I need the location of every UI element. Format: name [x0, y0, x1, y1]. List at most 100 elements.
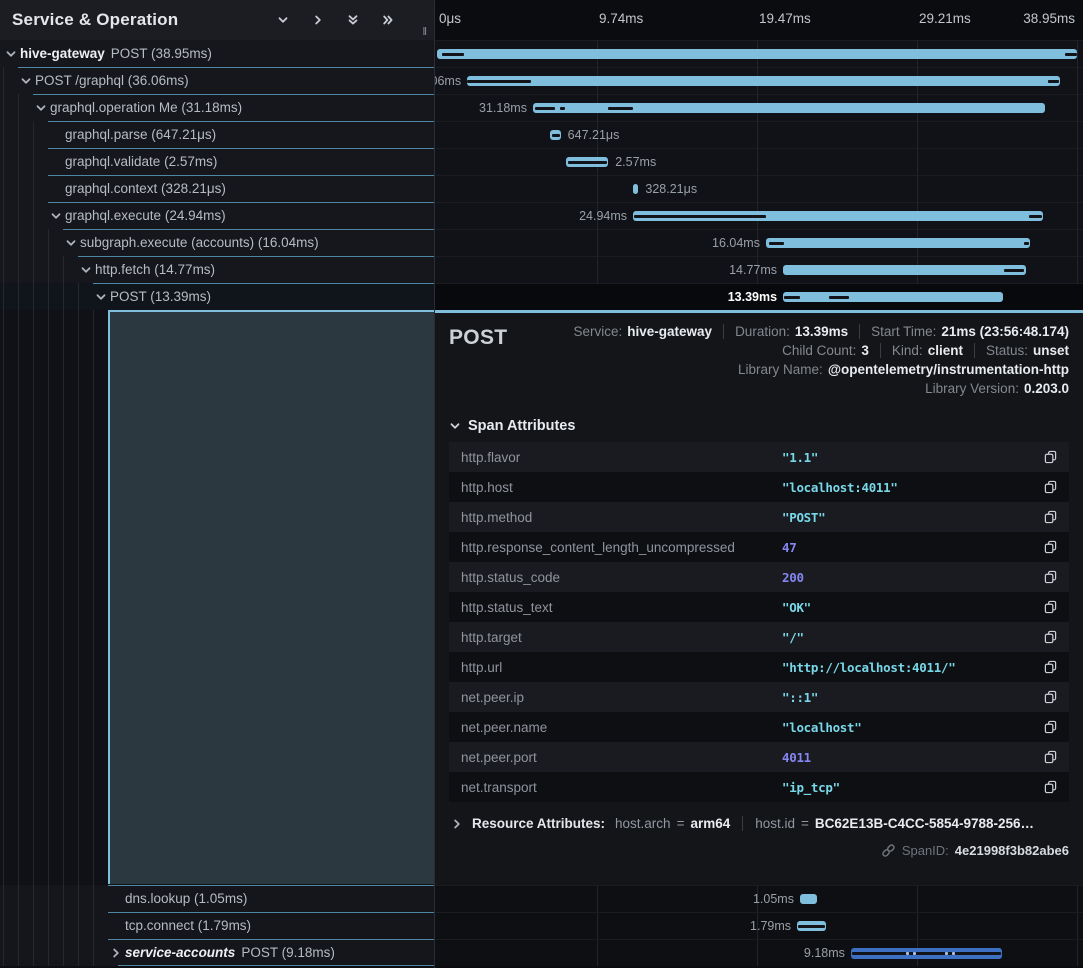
- indent-guide: [93, 310, 94, 885]
- meta-field: Child Count:3: [782, 343, 869, 358]
- child-span-mark: [1004, 269, 1024, 272]
- span-label: graphql.validate (2.57ms): [63, 148, 217, 175]
- timeline-row[interactable]: 2.57ms: [435, 148, 1083, 175]
- service-operation-header: Service & Operation ‖: [0, 0, 434, 40]
- span-attributes-toggle[interactable]: Span Attributes: [449, 418, 1069, 434]
- chevron-down-icon[interactable]: [273, 10, 293, 30]
- operation-name: POST /graphql (36.06ms): [35, 73, 189, 88]
- resource-attributes-toggle[interactable]: Resource Attributes:: [449, 816, 605, 831]
- timeline-row[interactable]: 9.18ms: [435, 939, 1083, 966]
- tree-row[interactable]: subgraph.execute (accounts) (16.04ms): [0, 229, 434, 256]
- copy-icon[interactable]: [1035, 510, 1057, 524]
- span-bar[interactable]: [550, 130, 561, 140]
- timeline-row[interactable]: 16.04ms: [435, 229, 1083, 256]
- copy-icon[interactable]: [1035, 750, 1057, 764]
- copy-icon[interactable]: [1035, 630, 1057, 644]
- indent-guide: [18, 885, 33, 912]
- tree-row[interactable]: graphql.parse (647.21μs): [0, 121, 434, 148]
- link-icon[interactable]: [881, 843, 896, 858]
- copy-icon[interactable]: [1035, 570, 1057, 584]
- span-bar[interactable]: [783, 292, 1003, 302]
- tree-row[interactable]: graphql.validate (2.57ms): [0, 148, 434, 175]
- attribute-row: http.method"POST": [449, 502, 1069, 532]
- timeline-row[interactable]: 31.18ms: [435, 94, 1083, 121]
- timeline-row[interactable]: 647.21μs: [435, 121, 1083, 148]
- tree-row[interactable]: graphql.context (328.21μs): [0, 175, 434, 202]
- span-attributes-title: Span Attributes: [468, 418, 575, 434]
- tree-row[interactable]: http.fetch (14.77ms): [0, 256, 434, 283]
- child-span-mark: [552, 134, 560, 137]
- child-span-mark: [442, 53, 464, 56]
- tree-row[interactable]: POST (13.39ms): [0, 283, 434, 310]
- timeline-row[interactable]: 1.79ms: [435, 912, 1083, 939]
- row-separator: [78, 256, 434, 257]
- copy-icon[interactable]: [1035, 720, 1057, 734]
- axis-tick-label: 19.47ms: [759, 11, 811, 26]
- span-bar[interactable]: [797, 921, 826, 931]
- span-bar[interactable]: [533, 103, 1045, 113]
- attribute-row: http.target"/": [449, 622, 1069, 652]
- indent-guide: [93, 939, 108, 966]
- span-bar[interactable]: [633, 184, 638, 194]
- resource-attribute-key: host.arch: [615, 816, 671, 831]
- meta-field-value: hive-gateway: [627, 324, 712, 339]
- meta-line: Child Count:3Kind:clientStatus:unset: [782, 343, 1069, 358]
- copy-icon[interactable]: [1035, 600, 1057, 614]
- copy-icon[interactable]: [1035, 450, 1057, 464]
- double-chevron-down-icon[interactable]: [343, 10, 363, 30]
- indent-guide: [78, 885, 93, 912]
- chevron-down-icon[interactable]: [3, 40, 18, 67]
- timeline-row[interactable]: 328.21μs: [435, 175, 1083, 202]
- chevron-down-icon[interactable]: [48, 202, 63, 229]
- span-bar[interactable]: [633, 211, 1043, 221]
- chevron-down-icon[interactable]: [78, 256, 93, 283]
- span-label: graphql.operation Me (31.18ms): [48, 94, 242, 121]
- timeline-row[interactable]: 36.06ms: [435, 67, 1083, 94]
- child-span-mark: [1048, 80, 1059, 83]
- column-resizer-grip[interactable]: ‖: [422, 26, 428, 38]
- span-id-row: SpanID: 4e21998f3b82abe6: [449, 843, 1069, 858]
- chevron-right-icon[interactable]: [108, 939, 123, 966]
- expanded-span-row-block: [108, 310, 434, 884]
- tree-row[interactable]: tcp.connect (1.79ms): [0, 912, 434, 939]
- span-bar[interactable]: [800, 894, 817, 904]
- copy-icon[interactable]: [1035, 480, 1057, 494]
- timeline-row[interactable]: 14.77ms: [435, 256, 1083, 283]
- span-bar[interactable]: [437, 49, 1077, 59]
- double-chevron-right-icon[interactable]: [378, 10, 398, 30]
- tree-row[interactable]: graphql.operation Me (31.18ms): [0, 94, 434, 121]
- tree-row[interactable]: service-accountsPOST (9.18ms): [0, 939, 434, 966]
- indent-guide: [93, 885, 108, 912]
- chevron-down-icon[interactable]: [93, 283, 108, 310]
- indent-guide: [18, 256, 33, 283]
- indent-guide: [33, 175, 48, 202]
- chevron-right-icon[interactable]: [308, 10, 328, 30]
- indent-guide: [78, 310, 79, 885]
- timeline-row[interactable]: 13.39ms: [435, 283, 1083, 310]
- tree-row[interactable]: hive-gatewayPOST (38.95ms): [0, 40, 434, 67]
- copy-icon[interactable]: [1035, 690, 1057, 704]
- chevron-down-icon[interactable]: [18, 67, 33, 94]
- copy-icon[interactable]: [1035, 540, 1057, 554]
- span-bar[interactable]: [766, 238, 1030, 248]
- duration-label: 9.18ms: [804, 940, 845, 966]
- timeline-row[interactable]: [435, 40, 1083, 67]
- copy-icon[interactable]: [1035, 660, 1057, 674]
- timeline-row[interactable]: 1.05ms: [435, 885, 1083, 912]
- tree-row[interactable]: dns.lookup (1.05ms): [0, 885, 434, 912]
- indent-guide: [63, 885, 78, 912]
- timeline-row[interactable]: 24.94ms: [435, 202, 1083, 229]
- indent-guide: [33, 310, 34, 885]
- tree-row[interactable]: graphql.execute (24.94ms): [0, 202, 434, 229]
- span-bar[interactable]: [566, 157, 608, 167]
- attribute-key: http.target: [461, 630, 782, 645]
- chevron-down-icon[interactable]: [63, 229, 78, 256]
- span-bar[interactable]: [467, 76, 1060, 86]
- span-bar[interactable]: [851, 948, 1002, 959]
- row-separator: [48, 202, 434, 203]
- span-bar[interactable]: [783, 265, 1026, 275]
- chevron-down-icon[interactable]: [33, 94, 48, 121]
- copy-icon[interactable]: [1035, 780, 1057, 794]
- meta-field-label: Library Version:: [925, 381, 1019, 396]
- tree-row[interactable]: POST /graphql (36.06ms): [0, 67, 434, 94]
